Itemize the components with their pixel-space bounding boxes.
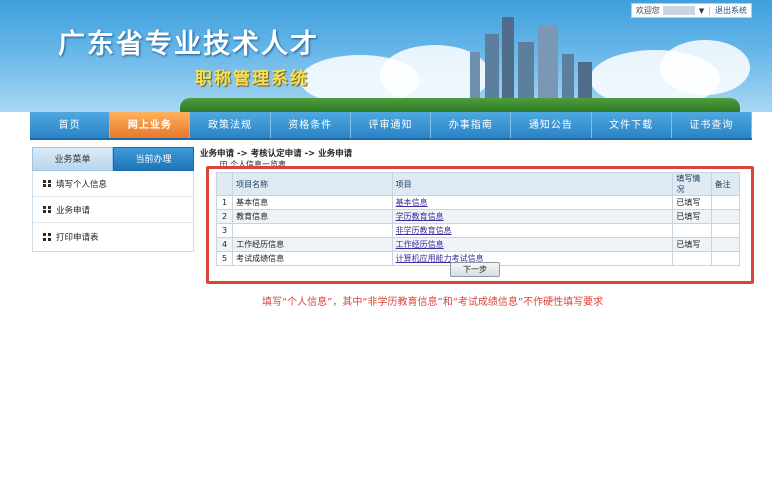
row-number: 3 — [222, 226, 228, 235]
table-cell: 工作经历信息 — [391, 237, 674, 252]
sidebar-item-business-application[interactable]: 业务申请 — [33, 197, 193, 223]
personal-info-table: 项目名称 项目 填写情况 备注 1 基本信息 基本信息 已填写 2 教育信息 学历教育信息已… — [215, 172, 741, 266]
table-header-row: 项目名称 项目 填写情况 备注 — [215, 172, 741, 196]
grid-icon — [43, 233, 51, 241]
grid-icon — [43, 205, 51, 214]
user-dropdown-icon[interactable]: ▼ — [699, 7, 704, 15]
username-redacted — [662, 6, 695, 15]
row-name: 工作经历信息 — [236, 240, 285, 249]
row-number: 5 — [222, 254, 228, 263]
tab-current-handling[interactable]: 当前办理 — [113, 147, 194, 171]
row-status: 已填写 — [676, 240, 701, 249]
sidebar-menu: 填写个人信息 业务申请 打印申请表 — [32, 171, 194, 252]
nav-item[interactable]: 政策法规 — [190, 112, 271, 138]
main-nav: 首页 网上业务 政策法规 资格条件 评审通知 办事指南 通知公告 文件下载 证书查询 — [30, 112, 752, 140]
col-header-no — [215, 172, 234, 196]
table-cell: 基本信息 — [391, 195, 674, 210]
table-cell: 非学历教育信息 — [391, 223, 674, 238]
system-subtitle: 职称管理系统 — [195, 69, 309, 89]
sidebar-tabs: 业务菜单 当前办理 — [32, 147, 194, 171]
table-cell: 已填写 — [672, 209, 712, 224]
table-cell: 5 — [215, 251, 234, 266]
row-status: 已填写 — [676, 198, 701, 207]
table-row: 2 教育信息 学历教育信息 已填写 — [215, 209, 741, 224]
table-cell — [710, 237, 741, 252]
breadcrumb: 业务申请 -> 考核认定申请 -> 业务申请 — [200, 149, 353, 159]
col-header-remark: 备注 — [710, 172, 741, 196]
nav-item[interactable]: 资格条件 — [271, 112, 351, 138]
table-cell — [710, 209, 741, 224]
table-cell: 已填写 — [672, 237, 712, 252]
table-cell: 考试成绩信息 — [232, 251, 393, 266]
row-item-link[interactable]: 学历教育信息 — [396, 212, 444, 221]
sidebar-item-label: 填写个人信息 — [56, 179, 108, 190]
row-name: 考试成绩信息 — [236, 254, 285, 263]
table-row: 3 非学历教育信息 — [215, 223, 741, 238]
table-cell: 1 — [215, 195, 234, 210]
row-name: 基本信息 — [236, 198, 269, 207]
row-status: 已填写 — [676, 212, 701, 221]
table-cell — [710, 195, 741, 210]
col-header-name: 项目名称 — [232, 172, 393, 196]
nav-item[interactable]: 文件下载 — [592, 112, 672, 138]
table-cell — [672, 251, 712, 266]
nav-item[interactable]: 网上业务 — [110, 112, 191, 138]
nav-item[interactable]: 首页 — [30, 112, 111, 138]
row-item-link[interactable]: 基本信息 — [396, 198, 428, 207]
table-cell: 2 — [215, 209, 234, 224]
table-row: 1 基本信息 基本信息 已填写 — [215, 195, 741, 210]
sidebar-item-print-application[interactable]: 打印申请表 — [33, 223, 193, 251]
row-name: 教育信息 — [236, 212, 269, 221]
table-cell — [232, 223, 393, 238]
welcome-text: 欢迎您 — [635, 6, 660, 15]
table-cell: 3 — [215, 223, 234, 238]
table-cell: 基本信息 — [232, 195, 393, 210]
nav-item[interactable]: 办事指南 — [431, 112, 512, 138]
nav-item[interactable]: 通知公告 — [511, 112, 592, 138]
col-header-status: 填写情况 — [672, 172, 712, 196]
divider: | — [708, 6, 711, 15]
row-item-link[interactable]: 非学历教育信息 — [396, 226, 452, 235]
row-number: 4 — [222, 240, 228, 249]
cloud-decoration — [660, 40, 750, 95]
table-cell: 学历教育信息 — [391, 209, 674, 224]
row-number: 2 — [222, 212, 228, 221]
sidebar-item-label: 业务申请 — [56, 205, 91, 216]
table-row: 4 工作经历信息 工作经历信息 已填写 — [215, 237, 741, 252]
nav-item[interactable]: 证书查询 — [672, 112, 752, 138]
row-item-link[interactable]: 工作经历信息 — [396, 240, 444, 249]
table-cell — [710, 251, 741, 266]
sidebar-item-label: 打印申请表 — [56, 233, 99, 243]
annotation-note: 填写“个人信息”，其中“非学历教育信息”和“考试成绩信息”不作硬性填写要求 — [262, 297, 604, 308]
user-box: 欢迎您 ▼ | 退出系统 — [630, 3, 752, 18]
table-cell: 计算机应用能力考试信息 — [391, 251, 674, 266]
grid-icon — [43, 179, 51, 188]
next-step-button[interactable]: 下一步 — [450, 262, 500, 277]
site-title: 广东省专业技术人才 — [58, 29, 319, 60]
table-cell — [672, 223, 712, 238]
sidebar-item-fill-personal-info[interactable]: 填写个人信息 — [33, 171, 193, 197]
table-cell — [710, 223, 741, 238]
sidebar: 业务菜单 当前办理 填写个人信息 业务申请 打印申请表 — [32, 147, 194, 252]
table-cell: 已填写 — [672, 195, 712, 210]
table-cell: 教育信息 — [232, 209, 393, 224]
row-number: 1 — [222, 198, 228, 207]
greenery-decoration — [180, 98, 740, 112]
col-header-item: 项目 — [391, 172, 674, 196]
nav-item[interactable]: 评审通知 — [351, 112, 432, 138]
table-cell: 4 — [215, 237, 234, 252]
table-cell: 工作经历信息 — [232, 237, 393, 252]
logout-link[interactable]: 退出系统 — [715, 5, 747, 16]
tab-business-menu[interactable]: 业务菜单 — [32, 147, 113, 171]
